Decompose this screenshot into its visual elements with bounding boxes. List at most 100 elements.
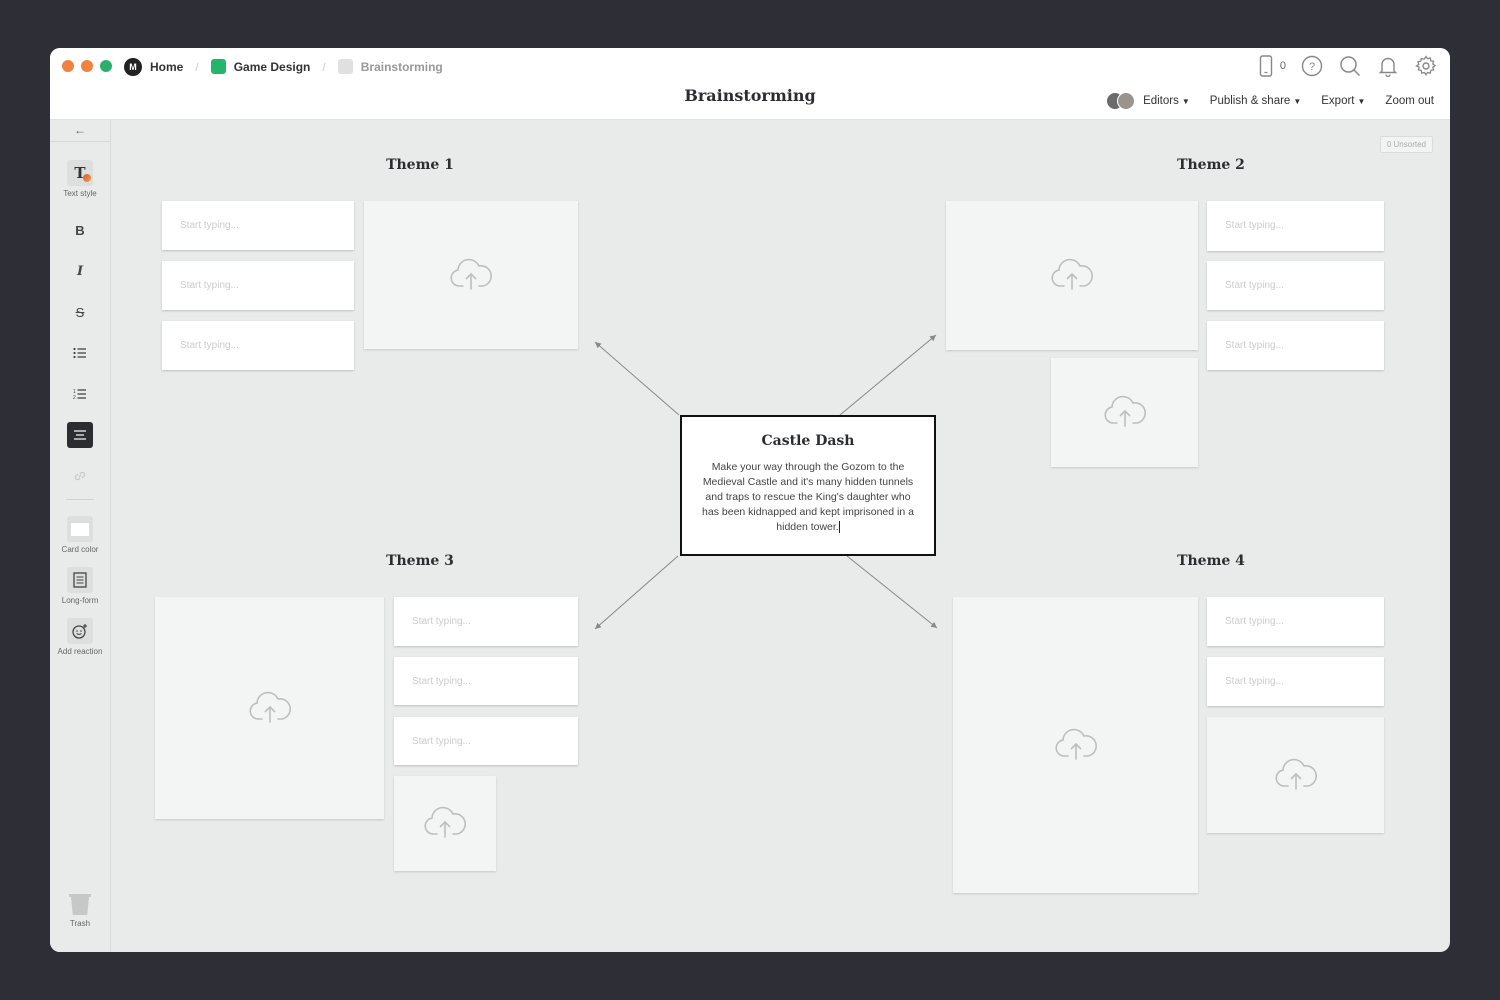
theme-1-title[interactable]: Theme 1	[320, 157, 520, 173]
central-topic-body[interactable]: Make your way through the Gozom to the M…	[696, 460, 920, 535]
mobile-device-icon[interactable]	[1254, 54, 1278, 78]
breadcrumb-home[interactable]: Home	[150, 60, 183, 74]
card-placeholder: Start typing...	[1225, 280, 1284, 291]
editors-label: Editors	[1143, 95, 1179, 107]
bold-button[interactable]: B	[50, 217, 110, 243]
image-upload-card[interactable]	[394, 776, 496, 871]
text-card[interactable]: Start typing...	[1207, 657, 1384, 706]
bullet-list-button[interactable]	[50, 340, 110, 366]
card-placeholder: Start typing...	[1225, 220, 1284, 231]
text-card[interactable]: Start typing...	[162, 321, 354, 370]
bullet-list-icon	[67, 340, 93, 366]
text-card[interactable]: Start typing...	[1207, 321, 1384, 370]
long-form-tool[interactable]: Long-form	[50, 567, 110, 605]
theme-3-title[interactable]: Theme 3	[320, 553, 520, 569]
header-actions: Editors ▼ Publish & share ▼ Export ▼ Zoom o…	[1106, 92, 1434, 110]
text-card[interactable]: Start typing...	[162, 261, 354, 310]
editors-avatars[interactable]	[1106, 92, 1136, 110]
connector-line-theme-4	[846, 555, 938, 629]
search-icon[interactable]	[1338, 54, 1362, 78]
card-color-tool[interactable]: Card color	[50, 516, 110, 554]
cloud-upload-icon	[1054, 726, 1098, 765]
long-form-icon	[67, 567, 93, 593]
editors-dropdown[interactable]: Editors ▼	[1143, 95, 1190, 107]
text-card[interactable]: Start typing...	[162, 201, 354, 250]
image-upload-card[interactable]	[1051, 358, 1198, 467]
numbered-list-button[interactable]: 12	[50, 381, 110, 407]
bell-icon[interactable]	[1376, 54, 1400, 78]
text-style-label: Text style	[63, 189, 97, 198]
cloud-upload-icon	[1103, 393, 1147, 432]
card-placeholder: Start typing...	[412, 616, 471, 627]
central-topic-title[interactable]: Castle Dash	[682, 433, 934, 449]
help-icon[interactable]: ?	[1300, 54, 1324, 78]
link-button[interactable]	[50, 463, 110, 489]
bold-icon: B	[75, 222, 85, 238]
align-center-icon	[67, 422, 93, 448]
window-minimize-button[interactable]	[81, 60, 93, 72]
cloud-upload-icon	[1050, 256, 1094, 295]
text-cursor	[838, 521, 840, 534]
theme-4-title[interactable]: Theme 4	[1111, 553, 1311, 569]
window-close-button[interactable]	[62, 60, 74, 72]
cloud-upload-icon	[449, 256, 493, 295]
card-color-icon	[67, 516, 93, 542]
card-placeholder: Start typing...	[412, 736, 471, 747]
image-upload-card[interactable]	[155, 597, 384, 819]
chevron-down-icon: ▼	[1357, 97, 1366, 106]
text-card[interactable]: Start typing...	[394, 717, 578, 765]
text-style-tool[interactable]: T Text style	[50, 160, 110, 198]
text-card[interactable]: Start typing...	[394, 597, 578, 646]
export-label: Export	[1321, 95, 1355, 107]
app-window: M Home / Game Design / Brainstorming Bra…	[50, 48, 1450, 952]
add-reaction-tool[interactable]: Add reaction	[50, 618, 110, 656]
chevron-down-icon: ▼	[1293, 97, 1302, 106]
breadcrumb-game-design[interactable]: Game Design	[234, 60, 311, 74]
top-bar: M Home / Game Design / Brainstorming Bra…	[50, 48, 1450, 120]
text-card[interactable]: Start typing...	[1207, 597, 1384, 646]
board-canvas[interactable]: 0 Unsorted Theme 1 Start typing... Start…	[111, 120, 1450, 952]
numbered-list-icon: 12	[67, 381, 93, 407]
gear-icon[interactable]	[1414, 54, 1438, 78]
connector-line-theme-2	[839, 334, 937, 416]
image-upload-card[interactable]	[1207, 717, 1384, 833]
strikethrough-button[interactable]: S	[50, 299, 110, 325]
text-style-icon: T	[67, 160, 93, 186]
card-placeholder: Start typing...	[412, 676, 471, 687]
card-placeholder: Start typing...	[1225, 676, 1284, 687]
chevron-down-icon: ▼	[1181, 97, 1190, 106]
image-upload-card[interactable]	[364, 201, 578, 349]
breadcrumb-separator: /	[195, 59, 199, 74]
window-maximize-button[interactable]	[100, 60, 112, 72]
image-upload-card[interactable]	[946, 201, 1198, 350]
italic-icon: I	[76, 263, 84, 279]
text-card[interactable]: Start typing...	[1207, 261, 1384, 310]
card-placeholder: Start typing...	[180, 220, 239, 231]
text-card[interactable]: Start typing...	[1207, 201, 1384, 251]
app-logo-icon[interactable]: M	[124, 57, 142, 76]
long-form-label: Long-form	[61, 596, 99, 605]
sidebar-divider	[66, 499, 94, 500]
italic-button[interactable]: I	[50, 258, 110, 284]
card-placeholder: Start typing...	[1225, 340, 1284, 351]
align-center-button[interactable]	[50, 422, 110, 448]
cloud-upload-icon	[423, 804, 467, 843]
strikethrough-icon: S	[75, 304, 85, 320]
theme-2-title[interactable]: Theme 2	[1111, 157, 1311, 173]
header-icons: 0 ?	[1254, 54, 1438, 78]
central-topic-card[interactable]: Castle Dash Make your way through the Go…	[680, 415, 936, 556]
breadcrumb: M Home / Game Design / Brainstorming	[124, 57, 443, 76]
export-dropdown[interactable]: Export ▼	[1321, 95, 1365, 107]
format-sidebar: ← T Text style B I S 12 Card color Long-…	[50, 120, 111, 952]
zoom-out-button[interactable]: Zoom out	[1385, 95, 1434, 107]
svg-text:2: 2	[73, 395, 76, 400]
text-card[interactable]: Start typing...	[394, 657, 578, 705]
svg-text:?: ?	[1309, 61, 1315, 73]
trash-tool[interactable]: Trash	[50, 894, 110, 928]
avatar	[1117, 92, 1136, 110]
board-color-icon	[337, 59, 353, 74]
image-upload-card[interactable]	[953, 597, 1198, 893]
card-placeholder: Start typing...	[180, 340, 239, 351]
publish-share-dropdown[interactable]: Publish & share ▼	[1210, 95, 1301, 107]
collapse-sidebar-button[interactable]: ←	[50, 120, 110, 142]
